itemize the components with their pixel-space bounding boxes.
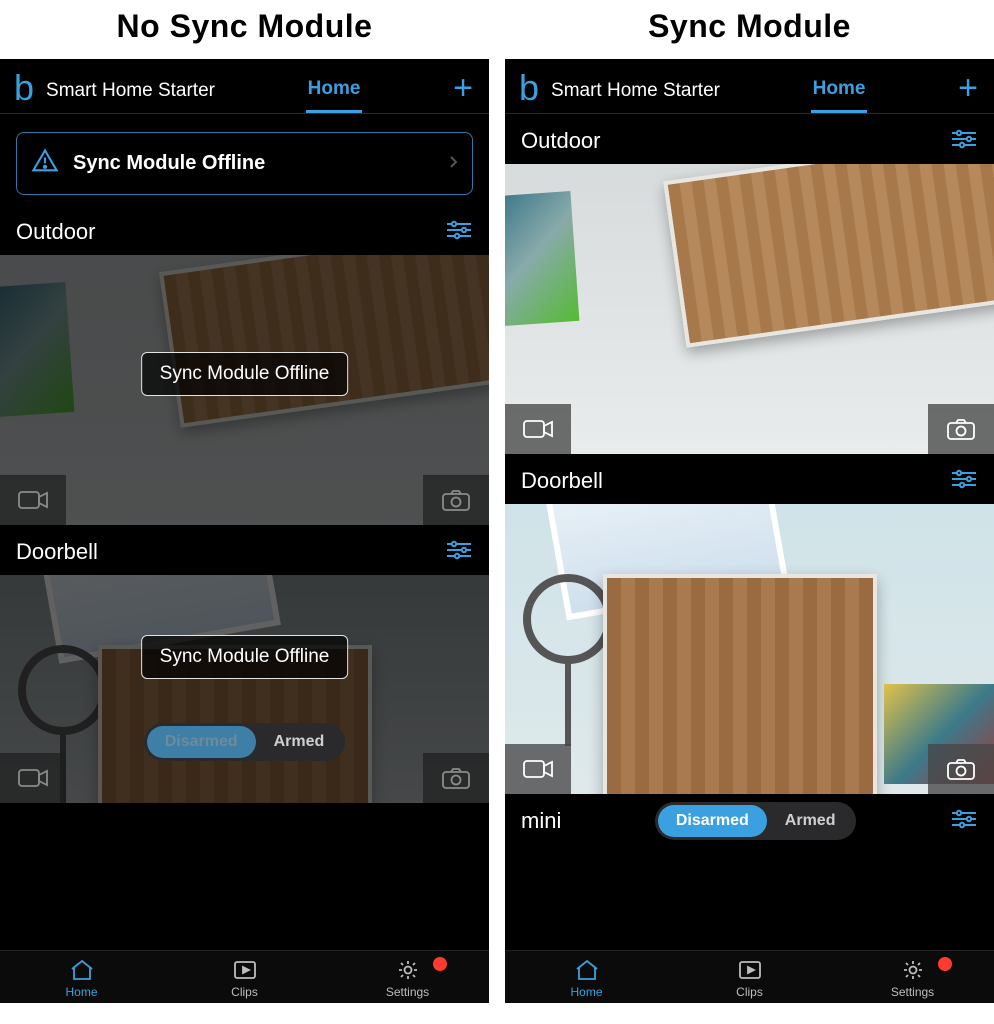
system-tabs: Home: [728, 69, 950, 113]
camera-header-outdoor: Outdoor: [0, 205, 489, 255]
top-bar: b Smart Home Starter Home +: [0, 59, 489, 114]
live-view-button[interactable]: [505, 744, 571, 794]
notification-badge: [938, 957, 952, 971]
clips-icon: [232, 957, 258, 983]
camera-settings-icon[interactable]: [950, 809, 978, 834]
tab-bar-settings[interactable]: Settings: [831, 957, 994, 999]
tab-label: Settings: [386, 985, 429, 999]
app-logo: b: [517, 70, 543, 112]
offline-overlay: Sync Module Offline: [141, 352, 349, 396]
system-tabs: Home: [223, 69, 445, 113]
bottom-tab-bar: Home Clips Settings: [505, 950, 994, 1003]
home-icon: [69, 957, 95, 983]
app-logo: b: [12, 70, 38, 112]
camera-settings-icon[interactable]: [445, 220, 473, 245]
tab-label: Clips: [231, 985, 258, 999]
camera-feed-outdoor[interactable]: Sync Module Offline: [0, 255, 489, 525]
tab-label: Home: [570, 985, 602, 999]
tab-label: Settings: [891, 985, 934, 999]
camera-settings-icon[interactable]: [445, 540, 473, 565]
camera-header-doorbell: Doorbell: [0, 525, 489, 575]
notification-badge: [433, 957, 447, 971]
tab-bar-home[interactable]: Home: [505, 957, 668, 999]
camera-name: mini: [521, 808, 561, 834]
clips-icon: [737, 957, 763, 983]
tab-bar-settings[interactable]: Settings: [326, 957, 489, 999]
camera-name: Doorbell: [521, 468, 603, 494]
snapshot-button[interactable]: [928, 404, 994, 454]
camera-header-mini: mini Disarmed Armed: [505, 794, 994, 848]
live-view-button[interactable]: [0, 753, 66, 803]
live-view-button[interactable]: [505, 404, 571, 454]
live-view-button[interactable]: [0, 475, 66, 525]
snapshot-button[interactable]: [423, 753, 489, 803]
tab-bar-clips[interactable]: Clips: [668, 957, 831, 999]
camera-name: Outdoor: [16, 219, 96, 245]
camera-header-doorbell: Doorbell: [505, 454, 994, 504]
camera-feed-doorbell[interactable]: Sync Module Offline Disarmed Armed: [0, 575, 489, 803]
column-title-right: Sync Module: [505, 0, 994, 59]
gear-icon: [395, 957, 421, 983]
tab-bar-home[interactable]: Home: [0, 957, 163, 999]
snapshot-button[interactable]: [423, 475, 489, 525]
camera-name: Doorbell: [16, 539, 98, 565]
account-name[interactable]: Smart Home Starter: [46, 80, 215, 102]
tab-home[interactable]: Home: [811, 78, 868, 113]
warning-icon: [31, 147, 59, 180]
tab-home[interactable]: Home: [306, 78, 363, 113]
snapshot-button[interactable]: [928, 744, 994, 794]
tab-bar-clips[interactable]: Clips: [163, 957, 326, 999]
camera-feed-outdoor[interactable]: [505, 164, 994, 454]
camera-name: Outdoor: [521, 128, 601, 154]
arm-option-armed[interactable]: Armed: [767, 805, 854, 837]
sync-module-offline-banner[interactable]: Sync Module Offline: [16, 132, 473, 195]
offline-overlay: Sync Module Offline: [141, 635, 349, 679]
gear-icon: [900, 957, 926, 983]
chevron-right-icon: [448, 155, 458, 172]
add-device-button[interactable]: +: [958, 71, 982, 111]
camera-feed-doorbell[interactable]: [505, 504, 994, 794]
banner-text: Sync Module Offline: [73, 152, 434, 175]
camera-header-outdoor: Outdoor: [505, 114, 994, 164]
account-name[interactable]: Smart Home Starter: [551, 80, 720, 102]
add-device-button[interactable]: +: [453, 71, 477, 111]
bottom-tab-bar: Home Clips Settings: [0, 950, 489, 1003]
right-phone-screen: b Smart Home Starter Home + Outdoor: [505, 59, 994, 1003]
left-phone-screen: b Smart Home Starter Home + Sync Module …: [0, 59, 489, 1003]
tab-label: Clips: [736, 985, 763, 999]
arm-toggle: Disarmed Armed: [571, 802, 940, 840]
camera-settings-icon[interactable]: [950, 129, 978, 154]
tab-label: Home: [65, 985, 97, 999]
column-title-left: No Sync Module: [0, 0, 489, 59]
top-bar: b Smart Home Starter Home +: [505, 59, 994, 114]
camera-settings-icon[interactable]: [950, 469, 978, 494]
home-icon: [574, 957, 600, 983]
arm-option-disarmed[interactable]: Disarmed: [658, 805, 767, 837]
